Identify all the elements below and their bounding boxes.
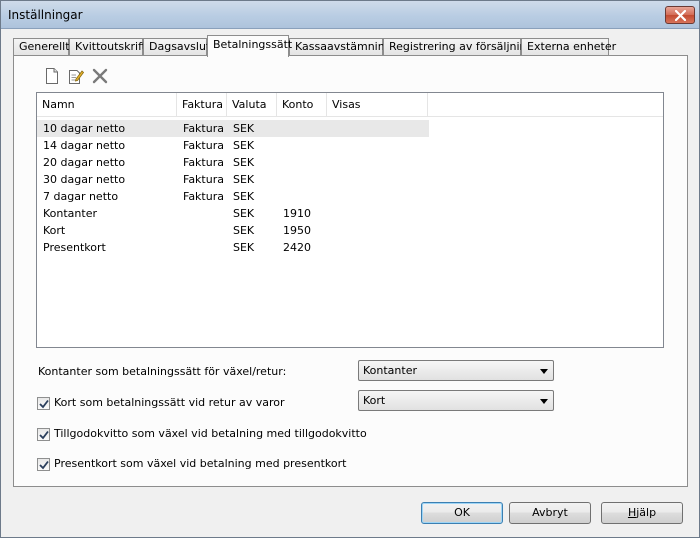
column-header-valuta[interactable]: Valuta (227, 93, 277, 117)
table-row[interactable]: 30 dagar netto Faktura SEK (37, 171, 429, 188)
cell-faktura (177, 222, 183, 239)
cell-faktura: Faktura (183, 173, 224, 186)
cell-namn: 7 dagar netto (43, 190, 119, 203)
card-return-checkbox[interactable] (37, 397, 50, 410)
cell-valuta: SEK (233, 190, 255, 203)
cell-valuta: SEK (233, 224, 255, 237)
cell-faktura: Faktura (183, 139, 224, 152)
settings-window: Inställningar Generellt Kvittoutskrift D… (0, 0, 700, 538)
chevron-down-icon (540, 399, 548, 404)
column-header-visas[interactable]: Visas (327, 93, 428, 117)
cash-return-select[interactable]: Kontanter (358, 360, 554, 381)
help-button-label: jälp (636, 506, 657, 519)
cell-konto: 2420 (283, 241, 311, 254)
table-row[interactable]: 7 dagar netto Faktura SEK (37, 188, 429, 205)
cell-faktura (177, 239, 183, 256)
close-button[interactable] (665, 6, 695, 24)
cell-faktura (177, 205, 183, 222)
cell-namn: 10 dagar netto (43, 122, 126, 135)
edit-button[interactable] (66, 66, 86, 86)
cell-valuta: SEK (233, 173, 255, 186)
tab-generellt[interactable]: Generellt (13, 38, 70, 56)
grid-header: Namn Faktura Valuta Konto Visas (37, 93, 663, 117)
cell-faktura: Faktura (183, 122, 224, 135)
tab-betalningssatt[interactable]: Betalningssätt (207, 35, 292, 57)
checkmark-icon (39, 460, 49, 470)
cell-valuta: SEK (233, 207, 255, 220)
close-icon (675, 10, 686, 21)
tab-kassaavstamning[interactable]: Kassaavstämning (289, 38, 392, 56)
table-row[interactable]: 10 dagar netto Faktura SEK (37, 120, 429, 137)
ok-button[interactable]: OK (421, 502, 503, 524)
tab-dagsavslut[interactable]: Dagsavslut (143, 38, 210, 56)
window-title: Inställningar (8, 8, 83, 22)
cell-namn: Kontanter (43, 207, 97, 220)
delete-button[interactable] (90, 66, 110, 86)
cell-faktura: Faktura (183, 190, 224, 203)
gift-card-label[interactable]: Presentkort som växel vid betalning med … (54, 457, 346, 470)
table-row[interactable]: 20 dagar netto Faktura SEK (37, 154, 429, 171)
column-header-konto[interactable]: Konto (277, 93, 327, 117)
cell-valuta: SEK (233, 241, 255, 254)
tab-panel-betalningssatt: Namn Faktura Valuta Konto Visas 10 dagar… (13, 55, 688, 487)
table-row[interactable]: Kort SEK 1950 (37, 222, 429, 239)
card-return-label[interactable]: Kort som betalningssätt vid retur av var… (54, 396, 285, 409)
cell-namn: 20 dagar netto (43, 156, 126, 169)
table-row[interactable]: 14 dagar netto Faktura SEK (37, 137, 429, 154)
new-button[interactable] (42, 66, 62, 86)
cell-namn: 14 dagar netto (43, 139, 126, 152)
cell-konto: 1910 (283, 207, 311, 220)
delete-icon (92, 68, 108, 84)
column-header-faktura[interactable]: Faktura (177, 93, 227, 117)
cell-valuta: SEK (233, 122, 255, 135)
checkmark-icon (39, 430, 49, 440)
cell-konto (277, 188, 283, 205)
cell-konto (277, 120, 283, 137)
cancel-button[interactable]: Avbryt (509, 502, 591, 524)
table-row[interactable]: Kontanter SEK 1910 (37, 205, 429, 222)
cell-faktura: Faktura (183, 156, 224, 169)
tab-externa-enheter[interactable]: Externa enheter (521, 38, 616, 56)
column-header-namn[interactable]: Namn (37, 93, 177, 117)
gift-card-checkbox[interactable] (37, 458, 50, 471)
title-bar[interactable]: Inställningar (1, 1, 699, 29)
help-button-mnemonic: H (627, 506, 637, 519)
new-icon (46, 68, 58, 84)
cell-konto (277, 171, 283, 188)
card-return-select-value: Kort (363, 394, 386, 407)
cell-valuta: SEK (233, 139, 255, 152)
help-button[interactable]: Hjälp (601, 502, 683, 524)
credit-note-label[interactable]: Tillgodokvitto som växel vid betalning m… (54, 427, 367, 440)
credit-note-checkbox[interactable] (37, 428, 50, 441)
cell-konto: 1950 (283, 224, 311, 237)
payment-methods-grid[interactable]: Namn Faktura Valuta Konto Visas 10 dagar… (36, 92, 664, 348)
cell-valuta: SEK (233, 156, 255, 169)
table-row[interactable]: Presentkort SEK 2420 (37, 239, 429, 256)
checkmark-icon (39, 399, 49, 409)
cash-return-select-value: Kontanter (363, 364, 417, 377)
cell-namn: 30 dagar netto (43, 173, 126, 186)
edit-icon (69, 70, 84, 84)
cell-konto (277, 154, 283, 171)
cell-namn: Presentkort (43, 241, 106, 254)
card-return-select[interactable]: Kort (358, 390, 554, 411)
cell-konto (277, 137, 283, 154)
cell-namn: Kort (43, 224, 66, 237)
cash-return-label: Kontanter som betalningssätt för växel/r… (38, 365, 287, 378)
tab-registrering[interactable]: Registrering av försäljning (383, 38, 534, 56)
chevron-down-icon (540, 369, 548, 374)
tab-kvittoutskrift[interactable]: Kvittoutskrift (69, 38, 146, 56)
